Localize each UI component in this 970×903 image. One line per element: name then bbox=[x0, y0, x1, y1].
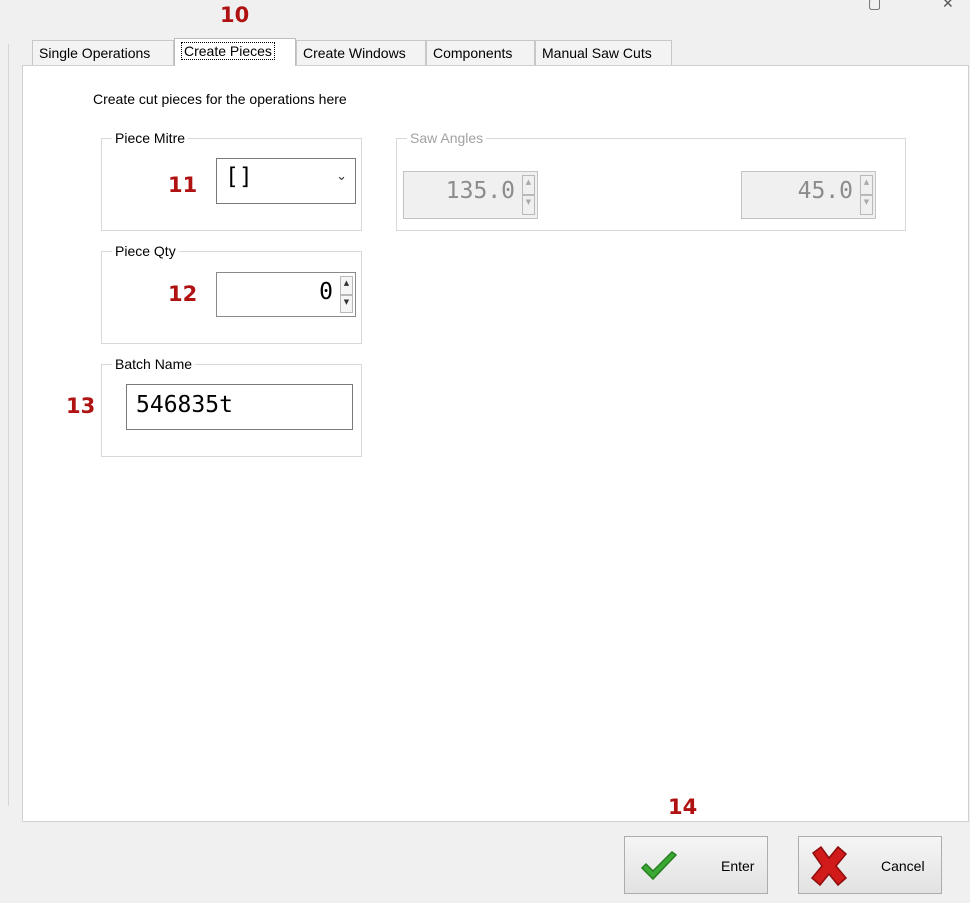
tab-label: Create Windows bbox=[303, 45, 406, 61]
piece-mitre-legend: Piece Mitre bbox=[112, 130, 189, 146]
spin-up-icon[interactable]: ▲ bbox=[860, 175, 873, 195]
piece-mitre-group: Piece Mitre 11 [] ⌄ bbox=[101, 130, 362, 231]
piece-qty-group: Piece Qty 12 0 ▲ ▼ bbox=[101, 243, 362, 344]
enter-button[interactable]: Enter bbox=[624, 836, 768, 894]
window-left-edge bbox=[8, 44, 9, 806]
tab-label: Single Operations bbox=[39, 45, 151, 61]
annotation-marker: 13 bbox=[66, 394, 96, 418]
saw-angles-group: Saw Angles 135.0 ▲ ▼ 45.0 ▲ ▼ bbox=[396, 130, 906, 231]
tab-manual-saw-cuts[interactable]: Manual Saw Cuts bbox=[535, 40, 672, 65]
close-icon[interactable]: ✕ bbox=[942, 0, 954, 10]
piece-qty-legend: Piece Qty bbox=[112, 243, 179, 259]
annotation-marker: 11 bbox=[168, 173, 198, 197]
piece-mitre-value: [] bbox=[225, 164, 253, 190]
annotation-marker: 14 bbox=[668, 795, 698, 819]
piece-qty-value: 0 bbox=[319, 279, 333, 305]
cancel-label: Cancel bbox=[881, 858, 925, 874]
cancel-button[interactable]: Cancel bbox=[798, 836, 942, 894]
spin-down-icon[interactable]: ▼ bbox=[860, 195, 873, 215]
enter-label: Enter bbox=[721, 858, 755, 874]
annotation-marker: 12 bbox=[168, 282, 198, 306]
tab-create-windows[interactable]: Create Windows bbox=[296, 40, 426, 65]
tab-create-pieces[interactable]: Create Pieces bbox=[174, 38, 296, 66]
chevron-down-icon[interactable]: ⌄ bbox=[336, 169, 347, 184]
saw-angle-right-value: 45.0 bbox=[797, 178, 853, 204]
batch-name-value: 546835t bbox=[136, 392, 233, 418]
cancel-x-icon bbox=[810, 845, 848, 887]
tab-single-operations[interactable]: Single Operations bbox=[32, 40, 174, 65]
batch-name-group: Batch Name 546835t bbox=[101, 356, 362, 457]
batch-name-legend: Batch Name bbox=[112, 356, 196, 372]
spin-down-icon[interactable]: ▼ bbox=[522, 195, 535, 215]
instruction-text: Create cut pieces for the operations her… bbox=[93, 91, 347, 107]
batch-name-input[interactable]: 546835t bbox=[126, 384, 353, 430]
annotation-marker: 10 bbox=[220, 3, 250, 27]
checkmark-icon bbox=[640, 851, 678, 881]
minimize-icon[interactable]: ▢ bbox=[868, 0, 881, 10]
piece-mitre-dropdown[interactable]: [] ⌄ bbox=[216, 158, 356, 204]
create-pieces-panel: Create cut pieces for the operations her… bbox=[22, 65, 969, 822]
saw-angle-left-stepper[interactable]: 135.0 ▲ ▼ bbox=[403, 171, 538, 219]
saw-angle-right-stepper[interactable]: 45.0 ▲ ▼ bbox=[741, 171, 876, 219]
tab-label: Create Pieces bbox=[181, 42, 275, 60]
tab-components[interactable]: Components bbox=[426, 40, 535, 65]
tab-label: Manual Saw Cuts bbox=[542, 45, 652, 61]
saw-angles-legend: Saw Angles bbox=[407, 130, 487, 146]
tab-label: Components bbox=[433, 45, 513, 61]
spin-up-icon[interactable]: ▲ bbox=[522, 175, 535, 195]
saw-angle-left-value: 135.0 bbox=[445, 178, 515, 204]
spin-up-icon[interactable]: ▲ bbox=[340, 276, 353, 295]
piece-qty-stepper[interactable]: 0 ▲ ▼ bbox=[216, 272, 356, 317]
spin-down-icon[interactable]: ▼ bbox=[340, 294, 353, 313]
